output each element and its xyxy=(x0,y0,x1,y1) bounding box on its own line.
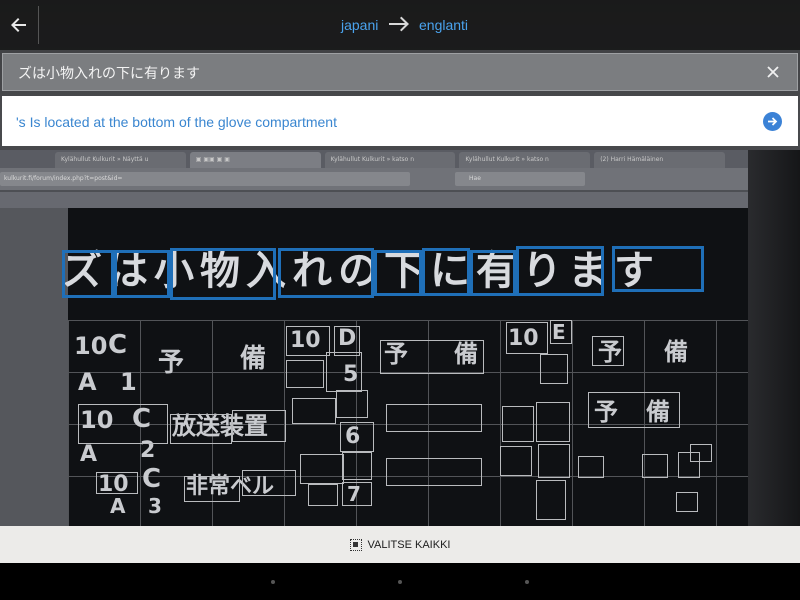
arrow-circle-right-icon xyxy=(768,117,778,126)
app-bar: japani englanti xyxy=(0,0,800,50)
cell-glyph: A xyxy=(80,442,98,467)
nav-back-dot[interactable] xyxy=(271,580,275,584)
ocr-selection-box[interactable] xyxy=(170,248,276,300)
divider xyxy=(38,6,39,44)
photographed-tab: ▣ ▣▣ ▣ ▣ xyxy=(189,152,321,168)
cell-glyph: 備 xyxy=(664,338,688,366)
photographed-sidebar xyxy=(0,208,68,530)
cell-glyph: C xyxy=(142,464,162,494)
ocr-selection-box[interactable] xyxy=(516,246,604,296)
ocr-candidate-box[interactable] xyxy=(326,352,362,392)
ocr-selection-box[interactable] xyxy=(62,250,114,298)
select-all-icon xyxy=(349,538,362,551)
select-all-bar: VALITSE KAIKKI xyxy=(0,526,800,563)
ocr-candidate-box[interactable] xyxy=(300,454,344,484)
ocr-candidate-box[interactable] xyxy=(386,458,482,486)
arrow-right-icon[interactable] xyxy=(389,16,411,32)
ocr-candidate-box[interactable] xyxy=(540,354,568,384)
ocr-candidate-box[interactable] xyxy=(592,336,624,366)
ocr-candidate-box[interactable] xyxy=(578,456,604,478)
ocr-candidate-box[interactable] xyxy=(676,492,698,512)
photographed-tab: (2) Harri Hämäläinen xyxy=(594,152,725,168)
photographed-browser-tabs: Kylähullut Kulkurit » Näyttä u ▣ ▣▣ ▣ ▣ … xyxy=(0,150,765,168)
ocr-candidate-box[interactable] xyxy=(502,406,534,442)
cell-glyph: 1 xyxy=(120,368,137,396)
close-button[interactable] xyxy=(761,59,785,85)
select-all-label: VALITSE KAIKKI xyxy=(367,538,451,551)
ocr-candidate-box[interactable] xyxy=(342,482,372,506)
ocr-candidate-box[interactable] xyxy=(232,410,286,442)
close-icon xyxy=(767,66,779,78)
cell-glyph: A xyxy=(78,368,97,396)
cell-glyph: 予 xyxy=(158,348,185,378)
cell-glyph: A xyxy=(110,494,126,518)
ocr-candidate-box[interactable] xyxy=(536,402,570,442)
ocr-selection-box[interactable] xyxy=(114,250,170,298)
cell-glyph: 10 xyxy=(74,332,108,360)
ocr-selection-box[interactable] xyxy=(470,250,516,296)
back-button[interactable] xyxy=(0,0,38,50)
ocr-candidate-box[interactable] xyxy=(78,404,168,444)
photographed-tab: Kylähullut Kulkurit » katso n xyxy=(459,152,591,168)
ocr-candidate-box[interactable] xyxy=(336,390,368,418)
photo-edge xyxy=(748,150,800,530)
ocr-candidate-box[interactable] xyxy=(642,454,668,478)
ocr-candidate-box[interactable] xyxy=(342,452,372,480)
target-language-button[interactable]: englanti xyxy=(419,17,468,33)
ocr-candidate-box[interactable] xyxy=(292,398,336,424)
ocr-candidate-box[interactable] xyxy=(506,322,548,354)
source-language-button[interactable]: japani xyxy=(341,17,378,33)
open-translation-button[interactable] xyxy=(763,112,782,131)
ocr-selection-box[interactable] xyxy=(278,248,374,298)
cell-glyph: 備 xyxy=(240,344,267,374)
ocr-candidate-box[interactable] xyxy=(340,422,374,452)
photographed-url: kulkurit.fi/forum/index.php?t=post&id= xyxy=(0,172,410,186)
ocr-candidate-box[interactable] xyxy=(286,326,330,356)
ocr-candidate-box[interactable] xyxy=(286,360,324,388)
arrow-back-icon xyxy=(11,18,26,32)
ocr-candidate-box[interactable] xyxy=(386,404,482,432)
translation-text[interactable]: 's Is located at the bottom of the glove… xyxy=(16,114,337,130)
ocr-selection-box[interactable] xyxy=(612,246,704,292)
photographed-search: Hae xyxy=(455,172,585,186)
cell-glyph: 3 xyxy=(148,494,162,518)
source-text-card[interactable]: ズは小物入れの下に有ります xyxy=(2,53,798,91)
ocr-candidate-box[interactable] xyxy=(536,480,566,520)
nav-recents-dot[interactable] xyxy=(525,580,529,584)
ocr-candidate-box[interactable] xyxy=(308,484,338,506)
ocr-candidate-box[interactable] xyxy=(550,320,572,344)
photographed-tab: Kylähullut Kulkurit » Näyttä u xyxy=(55,152,186,168)
ocr-candidate-box[interactable] xyxy=(500,446,532,476)
source-text[interactable]: ズは小物入れの下に有ります xyxy=(18,63,200,83)
ocr-selection-box[interactable] xyxy=(422,248,470,296)
ocr-candidate-box[interactable] xyxy=(242,470,296,496)
nav-home-dot[interactable] xyxy=(398,580,402,584)
ocr-candidate-box[interactable] xyxy=(588,392,680,428)
select-all-button[interactable]: VALITSE KAIKKI xyxy=(349,538,451,551)
ocr-candidate-box[interactable] xyxy=(690,444,712,462)
ocr-candidate-box[interactable] xyxy=(380,340,484,374)
cell-glyph: C xyxy=(108,330,128,360)
photographed-tab: Kylähullut Kulkurit » katso n xyxy=(324,152,456,168)
photographed-toolbar xyxy=(0,192,765,208)
ocr-selection-box[interactable] xyxy=(374,250,422,296)
ocr-candidate-box[interactable] xyxy=(96,472,138,494)
ocr-candidate-box[interactable] xyxy=(184,476,240,502)
translation-card[interactable]: 's Is located at the bottom of the glove… xyxy=(2,96,798,146)
ocr-candidate-box[interactable] xyxy=(170,414,232,444)
ocr-candidate-box[interactable] xyxy=(538,444,570,478)
